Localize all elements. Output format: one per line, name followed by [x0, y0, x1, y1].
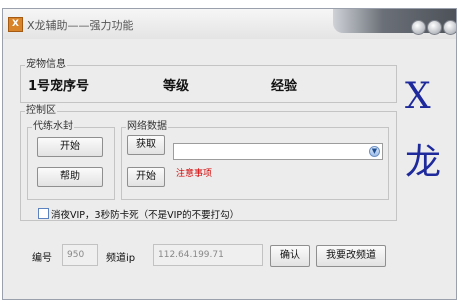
channel-ip-field[interactable]: 112.64.199.71 [153, 244, 263, 266]
pet-info-legend: 宠物信息 [26, 59, 66, 70]
vip-checkbox[interactable] [38, 208, 49, 219]
maximize-button[interactable] [427, 20, 442, 35]
pet-exp-header: 经验 [271, 79, 298, 94]
network-start-button[interactable]: 开始 [127, 167, 165, 187]
logo-char-long: 龙 [405, 142, 442, 183]
seal-start-button[interactable]: 开始 [37, 137, 103, 157]
seal-training-legend: 代练水封 [33, 121, 73, 132]
channel-ip-label: 频道ip [106, 253, 136, 264]
fetch-button[interactable]: 获取 [127, 135, 165, 155]
vip-checkbox-label: 消夜VIP，3秒防卡死（不是VIP的不要打勾） [51, 210, 240, 221]
confirm-button[interactable]: 确认 [270, 245, 310, 267]
seal-training-group: 代练水封 [27, 121, 115, 200]
network-select[interactable]: ▼ [173, 143, 383, 160]
pet-number-header: 1号宠序号 [28, 79, 90, 94]
app-logo-icon: X [8, 17, 23, 32]
pet-level-header: 等级 [163, 79, 190, 94]
logo-letter-x: X [405, 76, 431, 117]
notice-link[interactable]: 注意事项 [176, 166, 212, 179]
id-field[interactable]: 950 [62, 244, 98, 266]
app-window: X X龙辅助——强力功能 宠物信息 1号宠序号 等级 经验 控制区 代练水封 开… [2, 8, 457, 300]
network-data-group: 网络数据 [121, 121, 389, 200]
id-label: 编号 [32, 253, 52, 264]
minimize-button[interactable] [411, 20, 426, 35]
window-title: X龙辅助——强力功能 [27, 19, 134, 32]
change-channel-button[interactable]: 我要改频道 [316, 245, 386, 267]
title-bar[interactable]: X X龙辅助——强力功能 [3, 9, 456, 39]
chevron-down-icon[interactable]: ▼ [369, 146, 380, 157]
close-button[interactable] [443, 20, 456, 35]
help-button[interactable]: 帮助 [37, 167, 103, 187]
control-legend: 控制区 [26, 105, 56, 116]
network-data-legend: 网络数据 [127, 121, 167, 132]
